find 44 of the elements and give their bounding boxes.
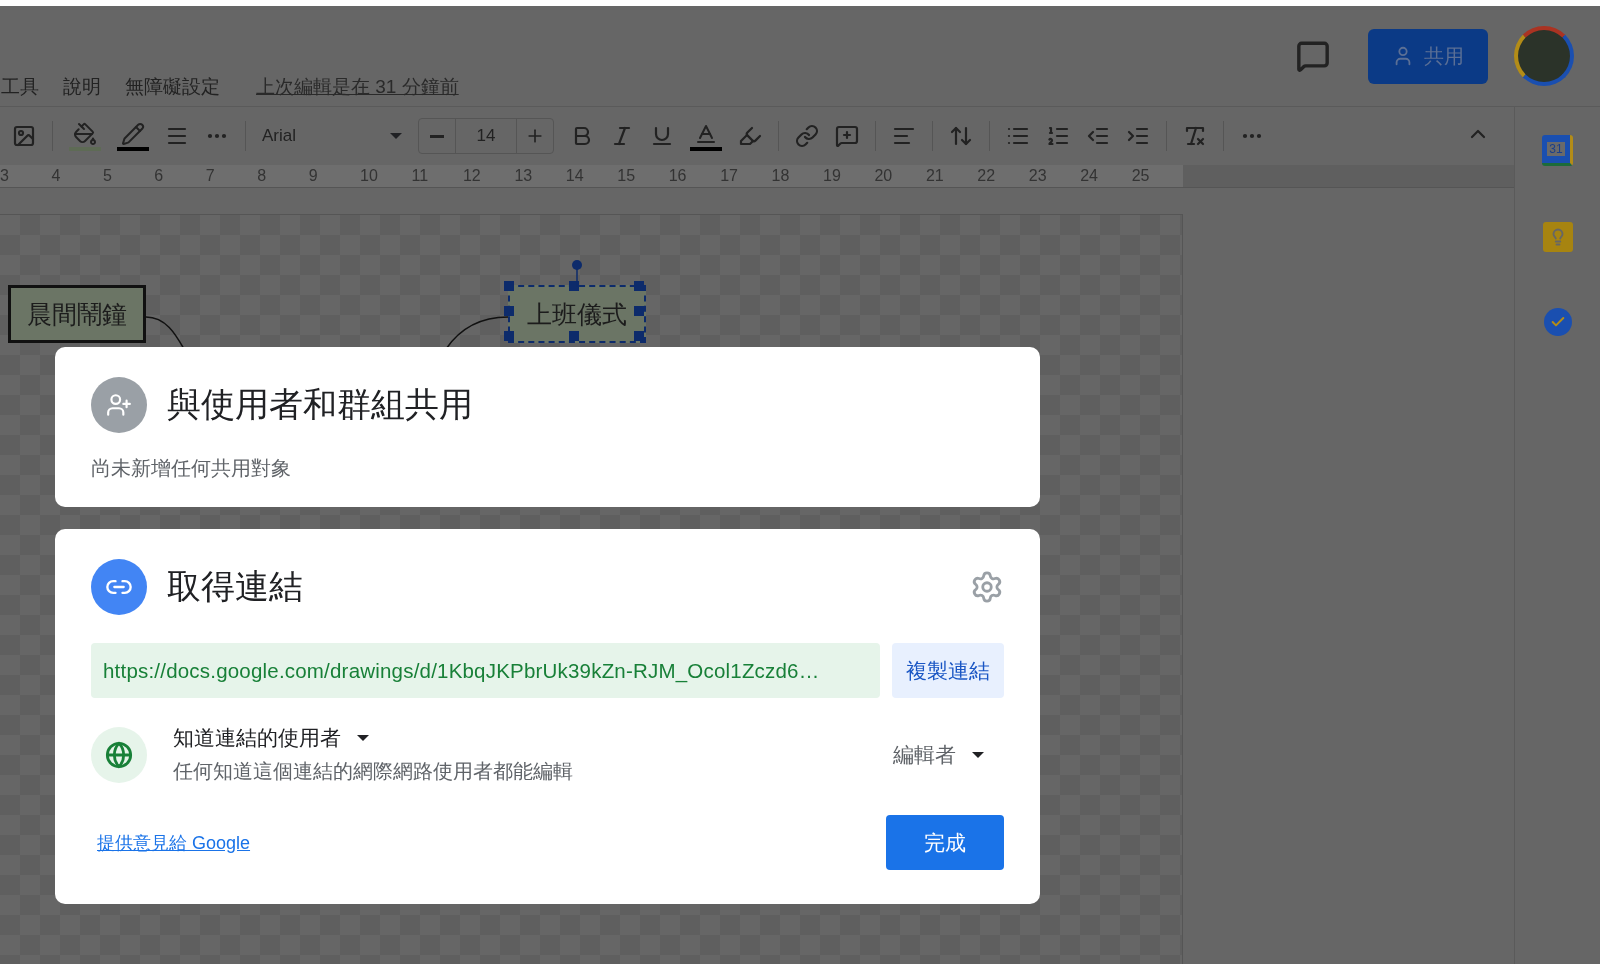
menu-item[interactable]: 工具: [1, 74, 39, 100]
card-title: 與使用者和群組共用: [167, 384, 474, 425]
last-edit-link[interactable]: 上次編輯是在 31 分鐘前: [256, 74, 459, 100]
access-dropdown[interactable]: 知道連結的使用者: [173, 724, 867, 752]
link-field[interactable]: https://docs.google.com/drawings/d/1KbqJKPbrUk39kZn-RJM_Ocol1Zczd6…: [91, 643, 880, 698]
ruler-number: 22: [977, 165, 1029, 187]
calendar-icon[interactable]: 31: [1542, 135, 1573, 166]
settings-icon[interactable]: [970, 570, 1004, 604]
numbered-list-icon[interactable]: [1046, 124, 1070, 148]
line-spacing-icon[interactable]: [949, 124, 973, 148]
image-icon[interactable]: [12, 124, 36, 148]
connector-line: [446, 315, 508, 349]
diagram-node[interactable]: 晨間鬧鐘: [8, 285, 146, 343]
access-description: 任何知道這個連結的網際網路使用者都能編輯: [173, 759, 574, 784]
add-comment-icon[interactable]: [835, 124, 859, 148]
ruler-number: 21: [925, 165, 978, 187]
link-icon[interactable]: [795, 124, 819, 148]
copy-link-button[interactable]: 複製連結: [892, 643, 1004, 698]
ruler-number: 23: [1028, 165, 1081, 187]
underline-icon[interactable]: [650, 124, 674, 148]
lightbulb-icon[interactable]: [1542, 222, 1573, 252]
fill-color-icon[interactable]: [69, 121, 101, 151]
done-button[interactable]: 完成: [886, 815, 1004, 870]
feedback-link[interactable]: 提供意見給 Google: [97, 830, 251, 855]
ruler-number: 20: [874, 165, 926, 187]
comment-icon[interactable]: [1296, 39, 1330, 73]
ruler-number: 25: [1131, 165, 1184, 187]
share-button[interactable]: 共用: [1368, 28, 1488, 84]
ruler-number: 24: [1080, 165, 1132, 187]
clear-formatting-icon[interactable]: [1183, 124, 1207, 148]
menu-item[interactable]: 說明: [63, 74, 101, 100]
menu-item[interactable]: 無障礙設定: [125, 74, 220, 100]
tasks-icon[interactable]: [1543, 308, 1572, 336]
avatar[interactable]: [1514, 26, 1574, 86]
card-title: 取得連結: [167, 566, 304, 607]
highlighter-icon[interactable]: [738, 124, 762, 148]
border-color-icon[interactable]: [117, 121, 149, 151]
font-dropdown[interactable]: Arial: [262, 126, 402, 146]
role-dropdown[interactable]: 編輯者: [893, 740, 984, 769]
minus-icon: [430, 134, 444, 138]
connector-line: [146, 315, 186, 349]
link-icon: [91, 559, 147, 615]
add-person-icon: [91, 377, 147, 433]
card-subtitle: 尚未新增任何共用對象: [91, 456, 292, 481]
